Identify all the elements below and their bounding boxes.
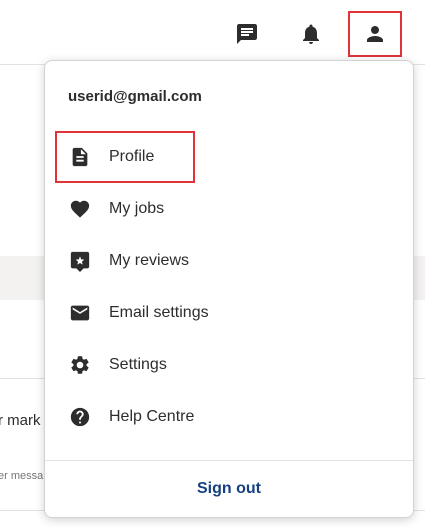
menu-item-label: My jobs <box>109 200 165 217</box>
notifications-button[interactable] <box>289 12 333 56</box>
menu-item-label: My reviews <box>109 252 190 269</box>
menu-item-label: Settings <box>109 356 167 373</box>
menu-item-my-reviews[interactable]: My reviews <box>45 241 413 281</box>
menu-item-help-centre[interactable]: Help Centre <box>45 397 413 437</box>
menu-item-label: Help Centre <box>109 408 195 425</box>
menu-item-my-jobs[interactable]: My jobs <box>45 189 413 229</box>
person-icon <box>367 26 383 42</box>
sign-out-button[interactable]: Sign out <box>45 461 413 517</box>
top-header-bar <box>0 0 425 65</box>
profile-menu-button[interactable] <box>348 11 402 57</box>
messages-button[interactable] <box>225 12 269 56</box>
envelope-icon <box>68 301 92 325</box>
help-icon <box>68 405 92 429</box>
bell-icon <box>303 24 319 44</box>
gear-icon <box>68 353 92 377</box>
menu-item-email-settings[interactable]: Email settings <box>45 293 413 333</box>
menu-item-label: Profile <box>109 148 155 165</box>
background-text-main: r mark <box>0 412 41 429</box>
document-icon <box>68 145 92 169</box>
review-star-icon <box>68 249 92 273</box>
menu-item-label: Email settings <box>109 304 209 321</box>
background-text-sub: er messa <box>0 470 44 482</box>
chat-icon <box>237 24 257 44</box>
account-email: userid@gmail.com <box>68 88 202 105</box>
menu-item-profile[interactable]: Profile <box>45 137 413 177</box>
menu-item-settings[interactable]: Settings <box>45 345 413 385</box>
heart-icon <box>68 197 92 221</box>
account-dropdown-menu: userid@gmail.com Profile My jobs My revi… <box>44 60 414 518</box>
